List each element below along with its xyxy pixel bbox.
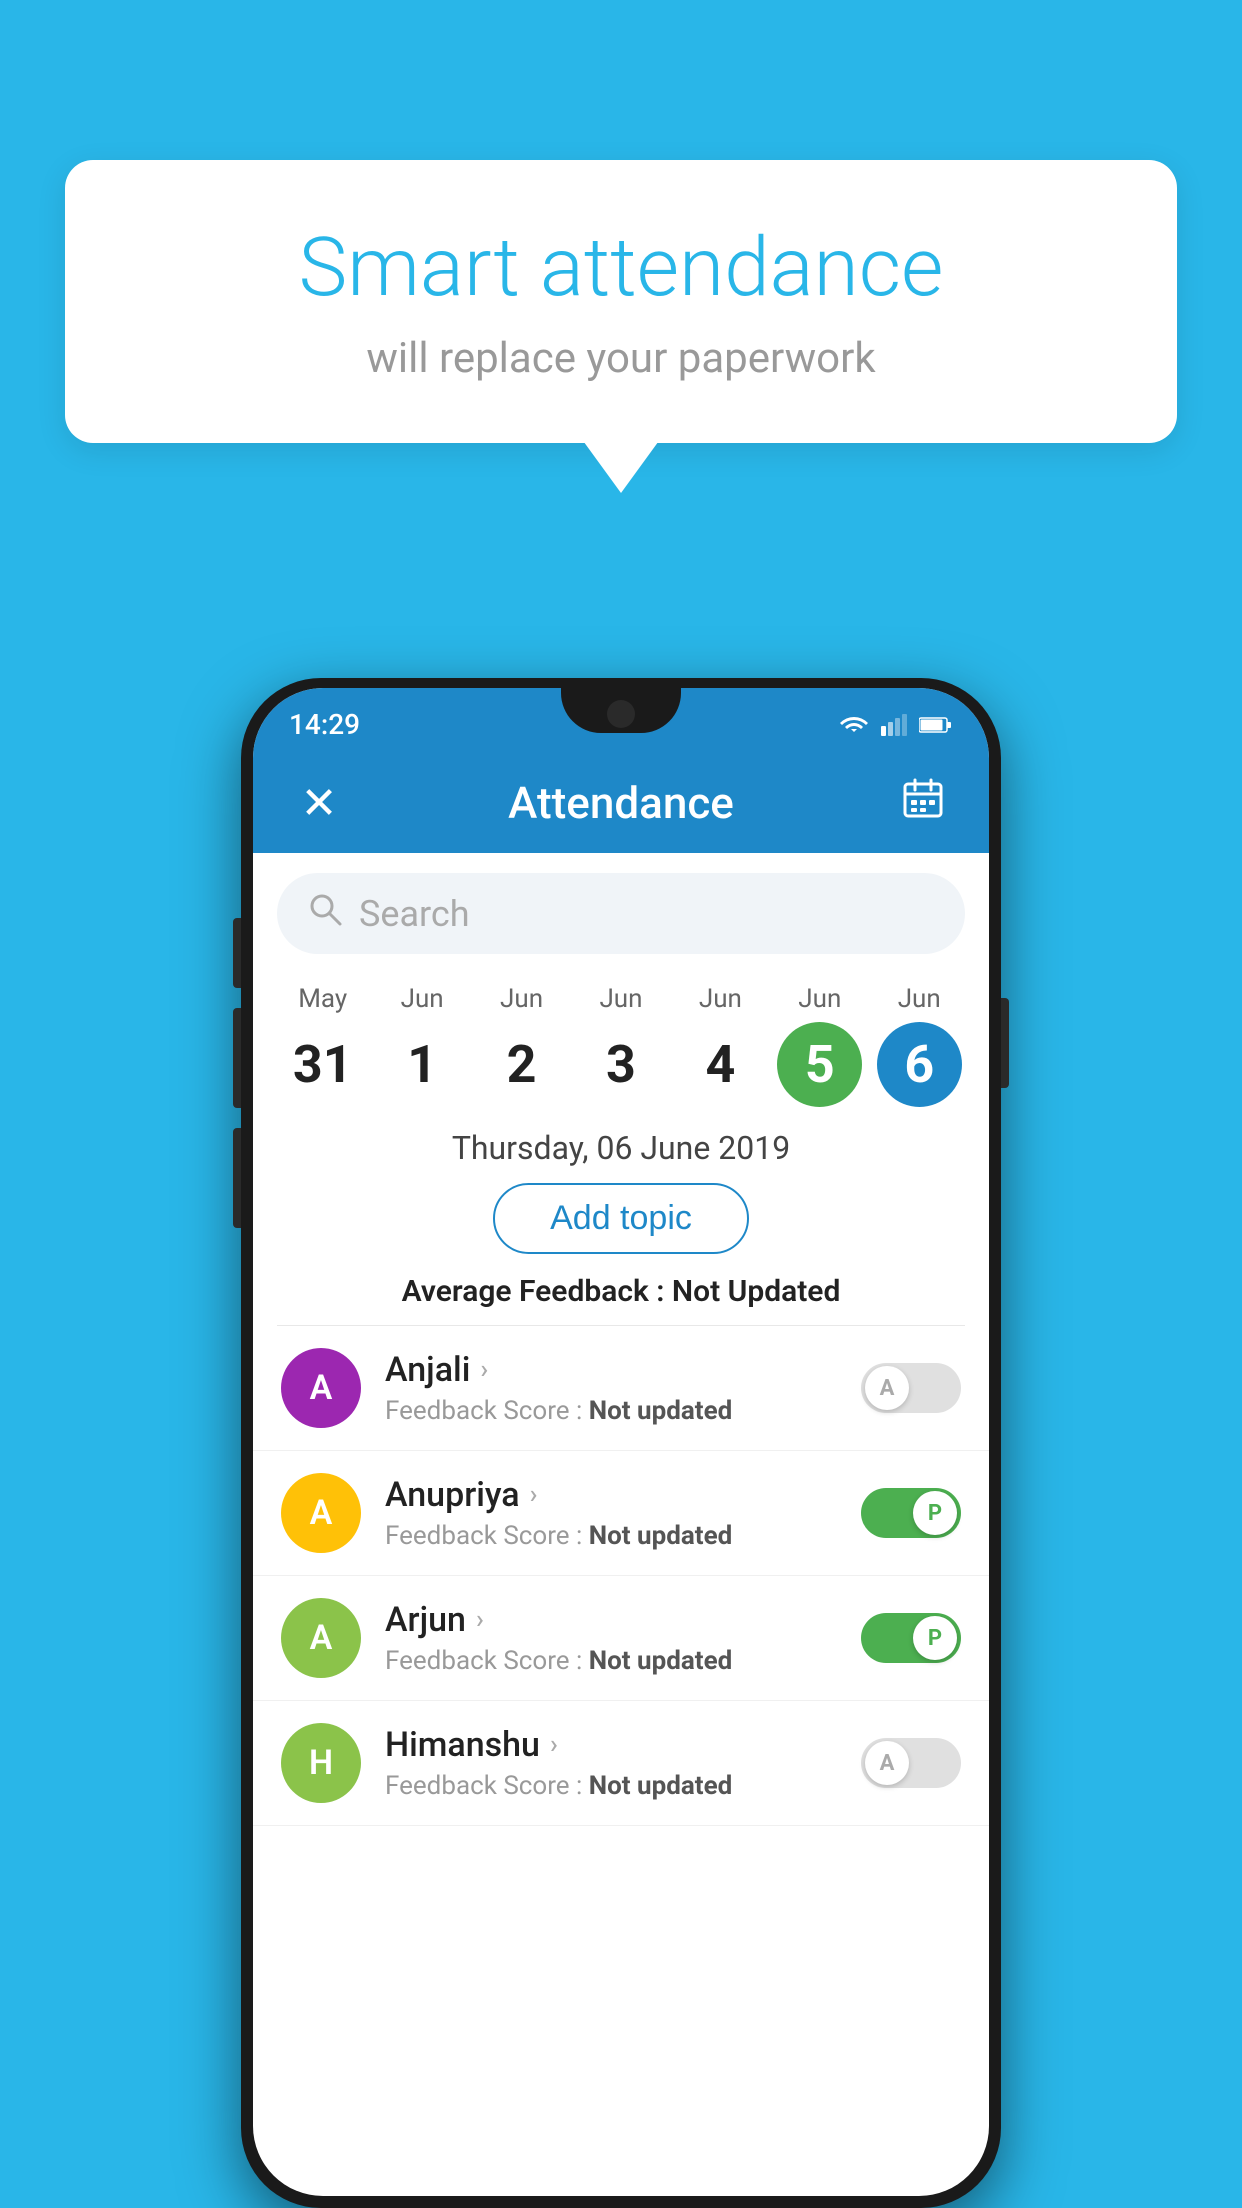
date-month-label: Jun — [500, 984, 543, 1014]
app-bar-title: Attendance — [349, 777, 893, 829]
date-item[interactable]: Jun 1 — [375, 984, 470, 1107]
app-bar: ✕ Attendance — [253, 753, 989, 853]
student-item[interactable]: A Arjun › Feedback Score : Not updated P — [253, 1576, 989, 1701]
feedback-score: Feedback Score : Not updated — [385, 1771, 861, 1801]
wifi-icon — [839, 714, 869, 736]
status-icons — [839, 714, 953, 736]
avatar: A — [281, 1473, 361, 1553]
speech-bubble-container: Smart attendance will replace your paper… — [65, 160, 1177, 443]
date-month-label: Jun — [898, 984, 941, 1014]
speech-bubble: Smart attendance will replace your paper… — [65, 160, 1177, 443]
bubble-title: Smart attendance — [145, 220, 1097, 316]
search-bar[interactable]: Search — [277, 873, 965, 954]
feedback-score: Feedback Score : Not updated — [385, 1521, 861, 1551]
date-item[interactable]: Jun 6 — [872, 984, 967, 1107]
silent-button — [233, 1128, 241, 1228]
date-number[interactable]: 4 — [678, 1022, 763, 1107]
student-name: Himanshu › — [385, 1725, 861, 1765]
date-item[interactable]: May 31 — [275, 984, 370, 1107]
date-number[interactable]: 2 — [479, 1022, 564, 1107]
student-item[interactable]: A Anupriya › Feedback Score : Not updated P — [253, 1451, 989, 1576]
date-number[interactable]: 1 — [380, 1022, 465, 1107]
student-list: AAnjali ›Feedback Score : Not updatedAAA… — [253, 1326, 989, 1826]
selected-date-label: Thursday, 06 June 2019 — [253, 1129, 989, 1167]
feedback-score: Feedback Score : Not updated — [385, 1396, 861, 1426]
content-area: Search May 31 Jun 1 Jun 2 Jun 3 Jun 4 Jun 5 Jun 6 Thu… — [253, 853, 989, 1826]
date-number[interactable]: 5 — [777, 1022, 862, 1107]
date-item[interactable]: Jun 2 — [474, 984, 569, 1107]
phone-notch — [561, 688, 681, 733]
close-button[interactable]: ✕ — [289, 777, 349, 829]
volume-down-button — [233, 1008, 241, 1108]
calendar-button[interactable] — [893, 776, 953, 831]
avatar: A — [281, 1348, 361, 1428]
phone-frame: 14:29 — [241, 678, 1001, 2208]
date-item[interactable]: Jun 3 — [573, 984, 668, 1107]
average-feedback: Average Feedback : Not Updated — [253, 1274, 989, 1309]
bubble-subtitle: will replace your paperwork — [145, 334, 1097, 383]
student-item[interactable]: AAnjali ›Feedback Score : Not updatedA — [253, 1326, 989, 1451]
chevron-icon: › — [480, 1355, 488, 1385]
avg-feedback-label: Average Feedback : — [402, 1274, 672, 1309]
date-month-label: Jun — [599, 984, 642, 1014]
date-strip: May 31 Jun 1 Jun 2 Jun 3 Jun 4 Jun 5 Jun 6 — [253, 974, 989, 1107]
student-info: Anupriya › Feedback Score : Not updated — [385, 1475, 861, 1551]
avatar: H — [281, 1723, 361, 1803]
camera — [607, 700, 635, 728]
student-name: Anjali › — [385, 1350, 861, 1390]
date-item[interactable]: Jun 5 — [772, 984, 867, 1107]
date-month-label: Jun — [699, 984, 742, 1014]
battery-icon — [919, 716, 953, 734]
avg-feedback-value: Not Updated — [672, 1274, 840, 1309]
phone-screen: 14:29 — [253, 688, 989, 2196]
student-info: Anjali › Feedback Score : Not updated — [385, 1350, 861, 1426]
toggle-knob: P — [913, 1491, 957, 1535]
search-placeholder: Search — [359, 893, 470, 935]
date-month-label: Jun — [798, 984, 841, 1014]
avatar: A — [281, 1598, 361, 1678]
student-name: Anupriya › — [385, 1475, 861, 1515]
student-name: Arjun › — [385, 1600, 861, 1640]
volume-up-button — [233, 918, 241, 988]
search-icon — [307, 891, 343, 936]
date-item[interactable]: Jun 4 — [673, 984, 768, 1107]
attendance-toggle[interactable]: P — [861, 1613, 961, 1663]
add-topic-button[interactable]: Add topic — [493, 1183, 749, 1254]
student-info: Himanshu › Feedback Score : Not updated — [385, 1725, 861, 1801]
chevron-icon: › — [550, 1730, 558, 1760]
attendance-toggle[interactable]: A — [861, 1738, 961, 1788]
date-number[interactable]: 3 — [578, 1022, 663, 1107]
feedback-score: Feedback Score : Not updated — [385, 1646, 861, 1676]
notch-area: 14:29 — [253, 688, 989, 753]
attendance-toggle[interactable]: P — [861, 1488, 961, 1538]
toggle-knob: A — [865, 1741, 909, 1785]
date-month-label: May — [298, 984, 347, 1014]
chevron-icon: › — [476, 1605, 484, 1635]
student-item[interactable]: H Himanshu › Feedback Score : Not updatedA — [253, 1701, 989, 1826]
attendance-toggle[interactable]: A — [861, 1363, 961, 1413]
toggle-knob: A — [865, 1366, 909, 1410]
date-number[interactable]: 6 — [877, 1022, 962, 1107]
date-number[interactable]: 31 — [280, 1022, 365, 1107]
status-time: 14:29 — [289, 708, 360, 741]
power-button — [1001, 998, 1009, 1088]
student-info: Arjun › Feedback Score : Not updated — [385, 1600, 861, 1676]
toggle-knob: P — [913, 1616, 957, 1660]
date-month-label: Jun — [401, 984, 444, 1014]
chevron-icon: › — [530, 1480, 538, 1510]
signal-icon — [881, 714, 907, 736]
